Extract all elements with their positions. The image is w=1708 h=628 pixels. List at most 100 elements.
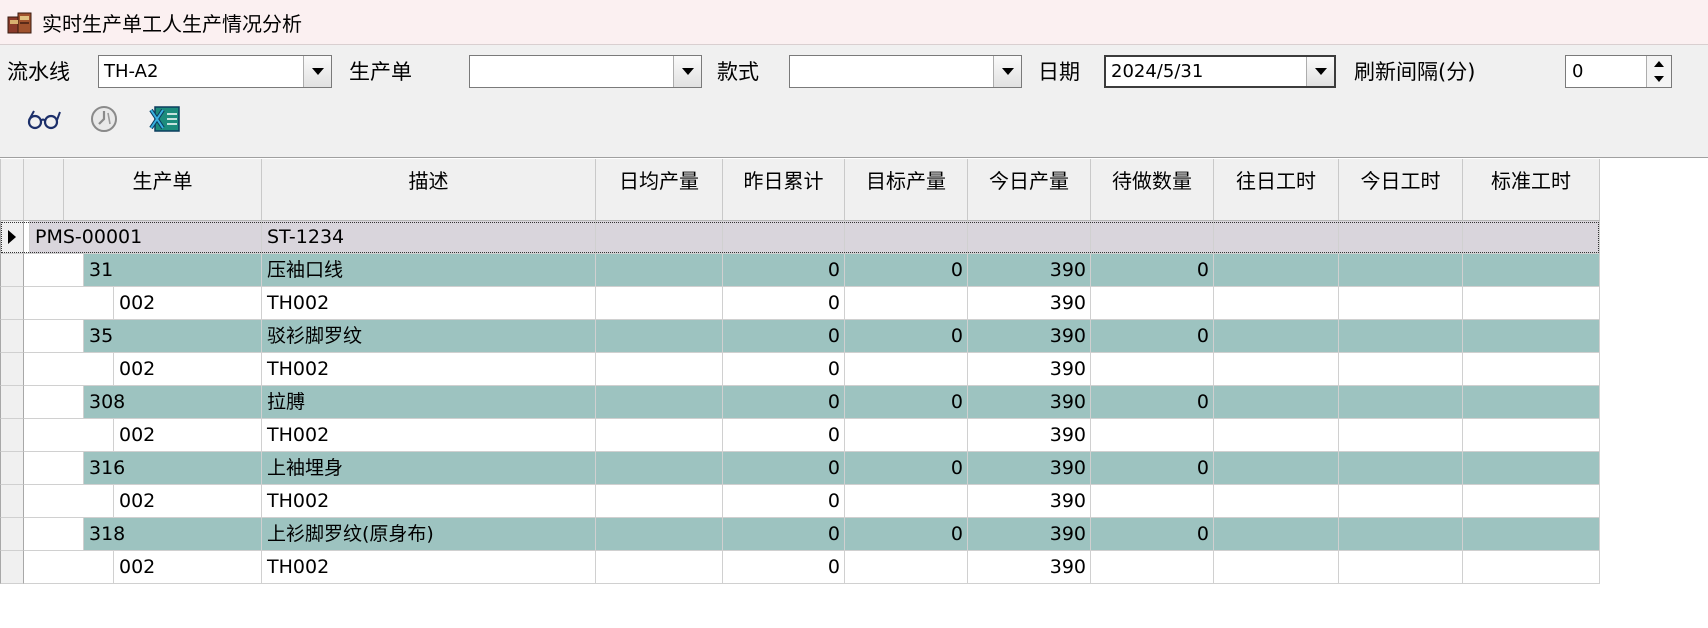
row-selector[interactable] [0,452,24,485]
pending-cell[interactable]: 0 [1091,452,1214,485]
description-cell[interactable]: 上衫脚罗纹(原身布) [262,518,596,551]
worker-row[interactable]: 002 TH002 0 390 [0,485,1600,518]
past-hours-cell[interactable] [1214,353,1339,386]
stop-button[interactable] [84,103,124,139]
std-hours-cell[interactable] [1463,254,1600,287]
column-header[interactable]: 标准工时 [1463,159,1600,221]
operation-row[interactable]: 308 拉膊 0 0 390 0 [0,386,1600,419]
column-header[interactable]: 今日工时 [1339,159,1463,221]
today-cell[interactable]: 390 [968,353,1091,386]
yesterday-cell[interactable]: 0 [723,254,845,287]
today-hours-cell[interactable] [1339,353,1463,386]
today-hours-cell[interactable] [1339,386,1463,419]
column-header[interactable]: 描述 [262,159,596,221]
std-hours-cell[interactable] [1463,320,1600,353]
row-selector[interactable] [0,419,24,452]
pending-cell[interactable] [1091,551,1214,584]
yesterday-cell[interactable]: 0 [723,386,845,419]
pending-cell[interactable]: 0 [1091,254,1214,287]
today-cell[interactable]: 390 [968,287,1091,320]
row-selector[interactable] [0,320,24,353]
order-code-cell[interactable]: PMS-00001 [30,221,262,254]
std-hours-cell[interactable] [1463,518,1600,551]
order-code-cell[interactable]: 35 [84,320,262,353]
description-cell[interactable]: 驳衫脚罗纹 [262,320,596,353]
pending-cell[interactable] [1091,287,1214,320]
column-header[interactable]: 日均产量 [596,159,723,221]
past-hours-cell[interactable] [1214,518,1339,551]
column-header[interactable]: 目标产量 [845,159,968,221]
order-code-cell[interactable]: 002 [114,485,262,518]
past-hours-cell[interactable] [1214,419,1339,452]
yesterday-cell[interactable] [723,221,845,254]
target-cell[interactable] [845,353,968,386]
std-hours-cell[interactable] [1463,287,1600,320]
line-dropdown-button[interactable] [303,56,331,87]
view-button[interactable] [24,103,64,139]
row-selector[interactable] [0,353,24,386]
order-code-cell[interactable]: 31 [84,254,262,287]
past-hours-cell[interactable] [1214,221,1339,254]
order-code-cell[interactable]: 308 [84,386,262,419]
target-cell[interactable]: 0 [845,320,968,353]
today-cell[interactable]: 390 [968,551,1091,584]
today-cell[interactable] [968,221,1091,254]
yesterday-cell[interactable]: 0 [723,452,845,485]
today-hours-cell[interactable] [1339,485,1463,518]
yesterday-cell[interactable]: 0 [723,320,845,353]
today-hours-cell[interactable] [1339,518,1463,551]
description-cell[interactable]: TH002 [262,485,596,518]
today-cell[interactable]: 390 [968,254,1091,287]
today-hours-cell[interactable] [1339,320,1463,353]
daily-cell[interactable] [596,386,723,419]
refresh-interval-spinner[interactable]: 0 [1565,55,1672,88]
std-hours-cell[interactable] [1463,485,1600,518]
today-hours-cell[interactable] [1339,551,1463,584]
daily-cell[interactable] [596,254,723,287]
date-picker[interactable]: 2024/5/31 [1104,55,1336,88]
column-header[interactable]: 生产单 [64,159,262,221]
today-hours-cell[interactable] [1339,221,1463,254]
order-code-cell[interactable]: 316 [84,452,262,485]
past-hours-cell[interactable] [1214,287,1339,320]
daily-cell[interactable] [596,320,723,353]
daily-cell[interactable] [596,518,723,551]
pending-cell[interactable]: 0 [1091,386,1214,419]
row-selector[interactable] [0,221,24,254]
column-header[interactable]: 昨日累计 [723,159,845,221]
description-cell[interactable]: 上袖埋身 [262,452,596,485]
pending-cell[interactable] [1091,485,1214,518]
pending-cell[interactable]: 0 [1091,320,1214,353]
today-cell[interactable]: 390 [968,518,1091,551]
order-code-cell[interactable]: 002 [114,551,262,584]
pending-cell[interactable] [1091,353,1214,386]
order-code-cell[interactable]: 002 [114,353,262,386]
pending-cell[interactable] [1091,221,1214,254]
description-cell[interactable]: 压袖口线 [262,254,596,287]
column-header[interactable]: 今日产量 [968,159,1091,221]
std-hours-cell[interactable] [1463,551,1600,584]
row-selector[interactable] [0,254,24,287]
operation-row[interactable]: 31 压袖口线 0 0 390 0 [0,254,1600,287]
target-cell[interactable] [845,551,968,584]
order-row[interactable]: PMS-00001 ST-1234 [0,221,1600,254]
std-hours-cell[interactable] [1463,353,1600,386]
daily-cell[interactable] [596,221,723,254]
row-selector[interactable] [0,551,24,584]
yesterday-cell[interactable]: 0 [723,287,845,320]
operation-row[interactable]: 318 上衫脚罗纹(原身布) 0 0 390 0 [0,518,1600,551]
target-cell[interactable] [845,287,968,320]
past-hours-cell[interactable] [1214,485,1339,518]
description-cell[interactable]: TH002 [262,551,596,584]
style-combobox[interactable] [789,55,1022,88]
today-cell[interactable]: 390 [968,320,1091,353]
description-cell[interactable]: ST-1234 [262,221,596,254]
std-hours-cell[interactable] [1463,419,1600,452]
pending-cell[interactable] [1091,419,1214,452]
yesterday-cell[interactable]: 0 [723,485,845,518]
past-hours-cell[interactable] [1214,452,1339,485]
today-hours-cell[interactable] [1339,452,1463,485]
today-cell[interactable]: 390 [968,419,1091,452]
target-cell[interactable]: 0 [845,254,968,287]
worker-row[interactable]: 002 TH002 0 390 [0,419,1600,452]
